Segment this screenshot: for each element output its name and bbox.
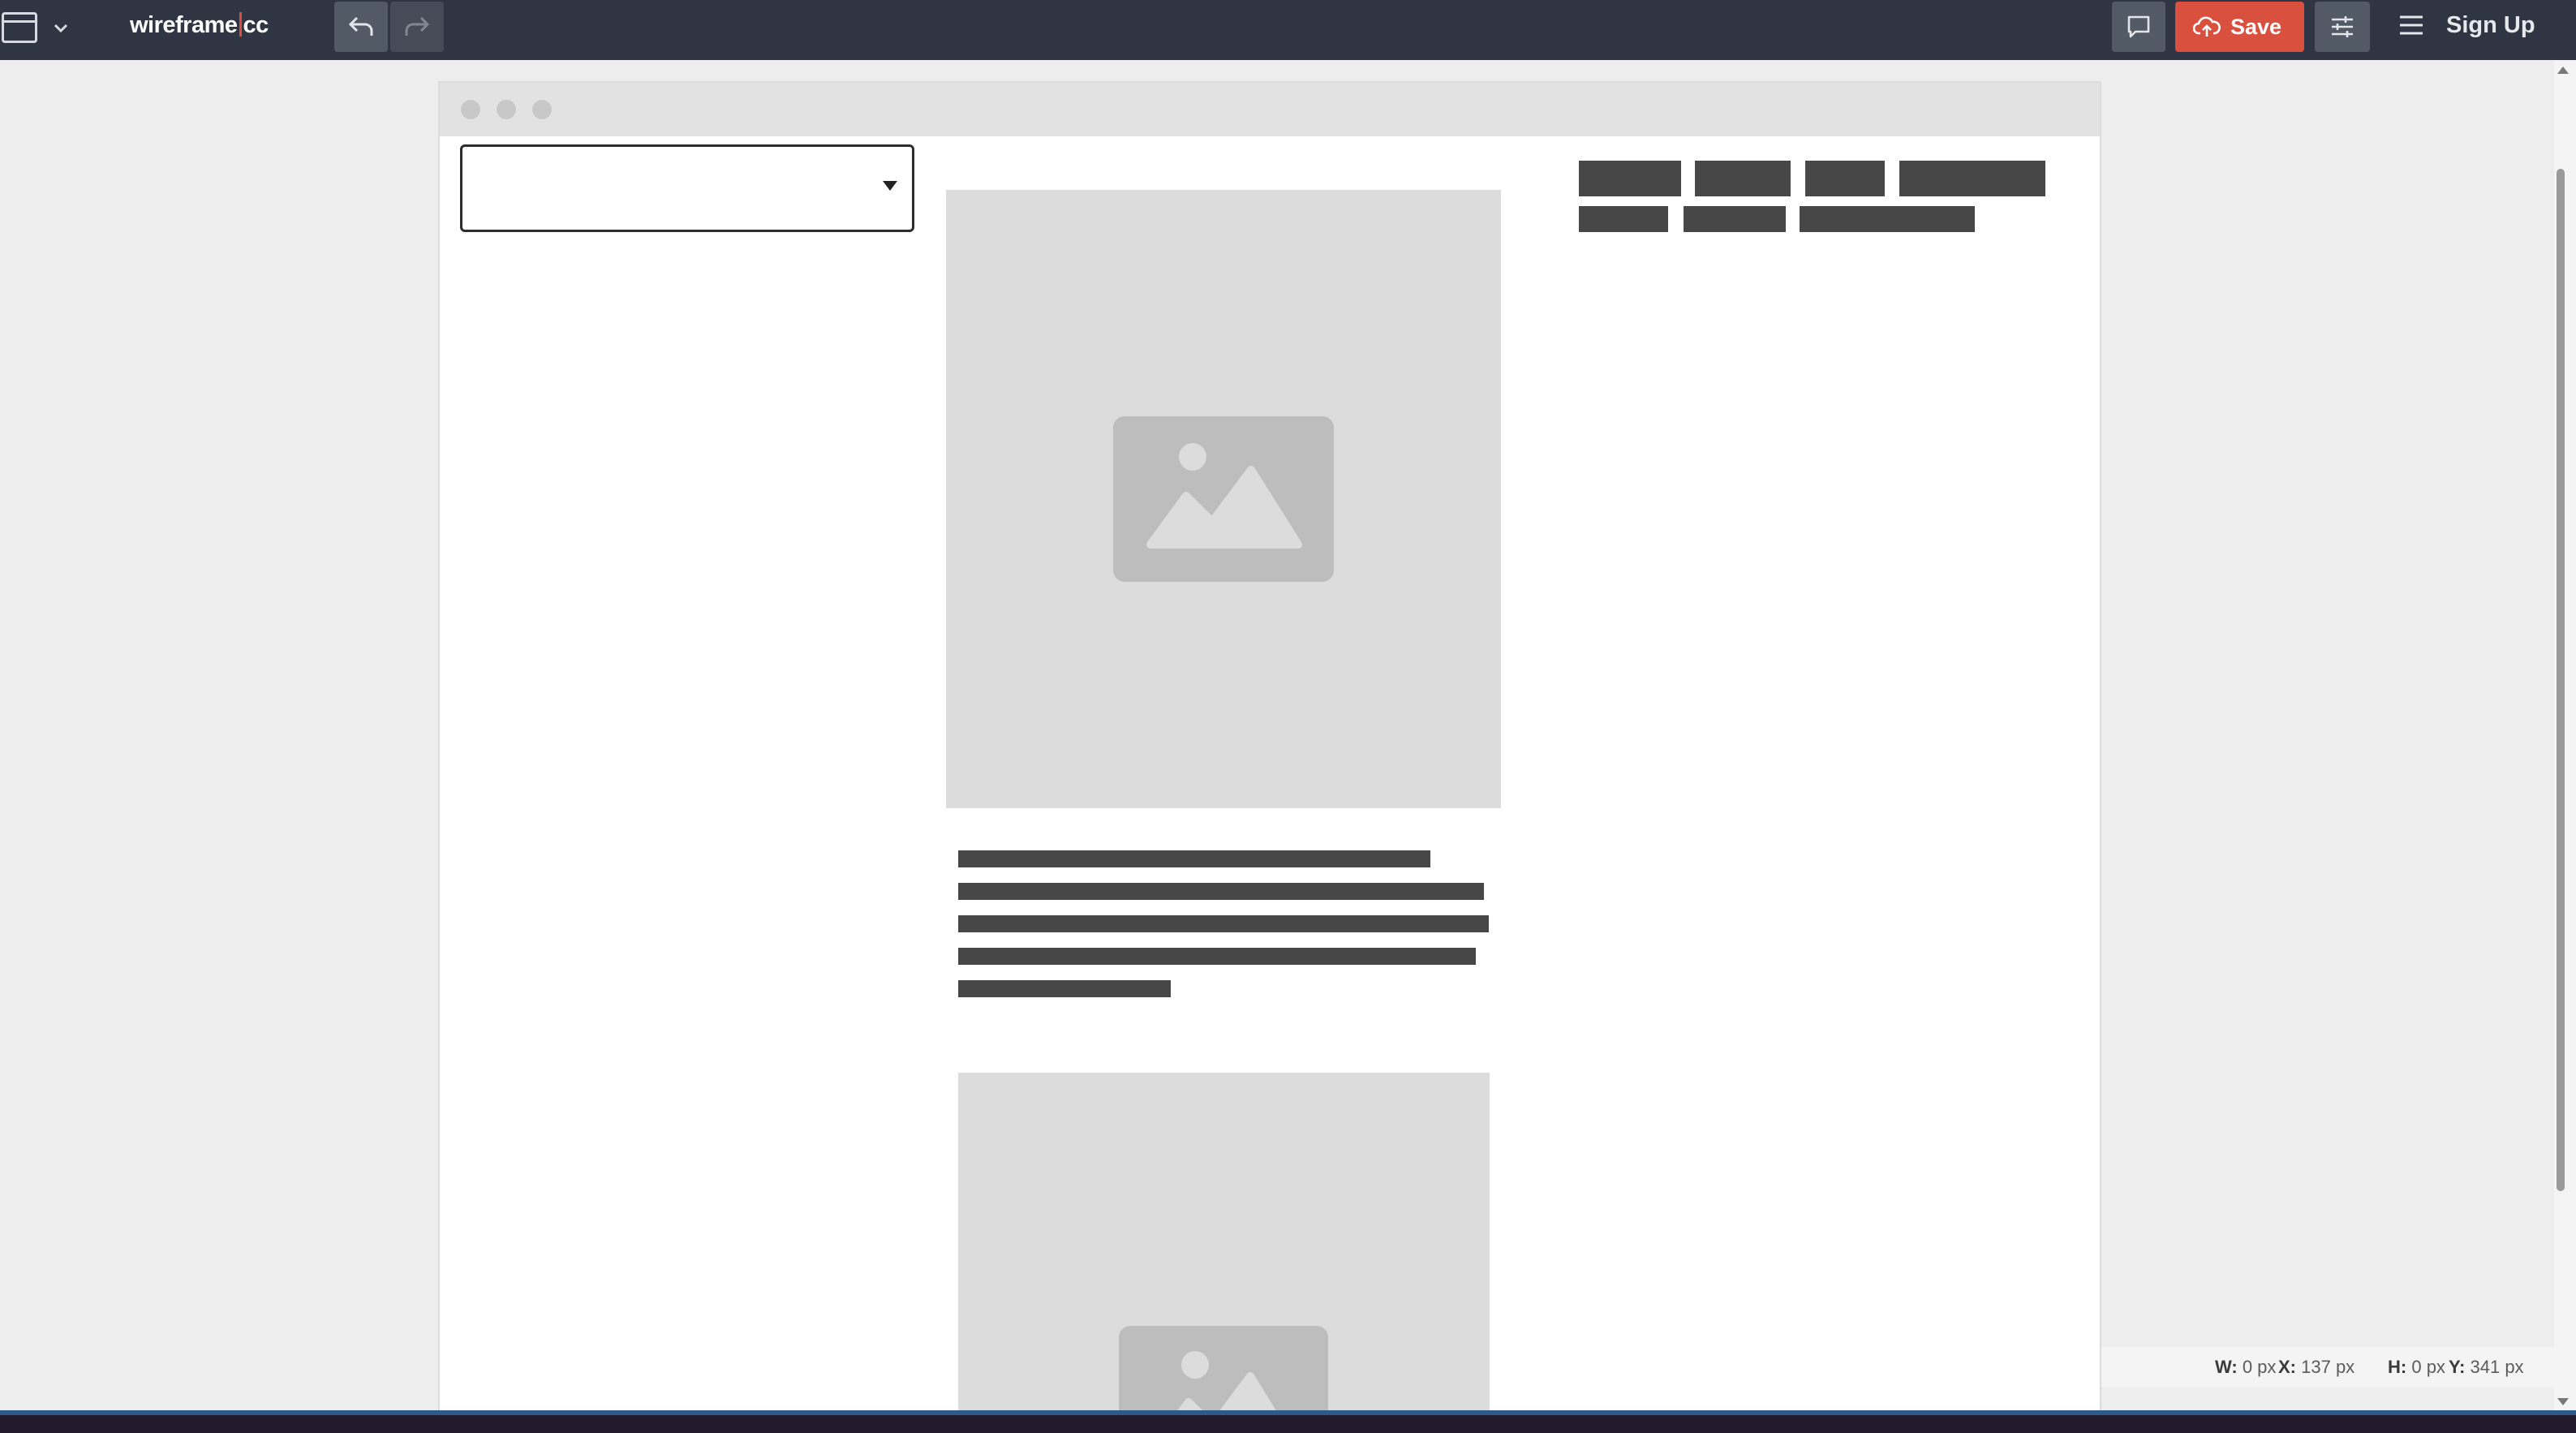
- comment-button[interactable]: [2112, 2, 2165, 52]
- nav-link-block[interactable]: [1800, 206, 1975, 232]
- text-line[interactable]: [958, 883, 1484, 900]
- save-button[interactable]: Save: [2175, 2, 2304, 52]
- settings-button[interactable]: [2315, 2, 2370, 52]
- os-taskbar: [0, 1410, 2576, 1433]
- image-placeholder-icon: [1119, 1326, 1328, 1410]
- logo-text-left: wireframe: [130, 12, 238, 38]
- nav-link-block[interactable]: [1805, 161, 1885, 196]
- nav-link-block[interactable]: [1899, 161, 2045, 196]
- dropdown-element[interactable]: [460, 144, 914, 232]
- image-placeholder-icon: [1113, 416, 1334, 582]
- signup-link[interactable]: Sign Up: [2446, 12, 2535, 39]
- window-dot-minimize: [497, 100, 516, 119]
- scrollbar-thumb[interactable]: [2557, 169, 2565, 1191]
- undo-button[interactable]: [334, 2, 388, 52]
- dropdown-arrow-icon: [883, 181, 897, 191]
- vertical-scrollbar[interactable]: [2554, 60, 2576, 1410]
- window-dot-close: [461, 100, 480, 119]
- text-line[interactable]: [958, 948, 1476, 965]
- status-x: X: 137 px: [2278, 1357, 2355, 1377]
- logo-text-right: cc: [243, 12, 269, 38]
- status-w: W: 0 px: [2215, 1357, 2277, 1377]
- text-line[interactable]: [958, 850, 1430, 867]
- redo-icon: [405, 16, 430, 36]
- scroll-up-arrow-icon[interactable]: [2557, 67, 2569, 74]
- menu-button[interactable]: [2398, 11, 2425, 39]
- image-placeholder[interactable]: [958, 1073, 1490, 1410]
- browser-window-icon[interactable]: [2, 12, 37, 43]
- scroll-down-arrow-icon[interactable]: [2557, 1398, 2569, 1405]
- nav-link-block[interactable]: [1579, 161, 1681, 196]
- text-line[interactable]: [958, 915, 1489, 932]
- top-toolbar: wireframe cc Save Sign Up: [0, 0, 2576, 60]
- selection-status-bar: X: 137 px Y: 341 px: [2101, 1347, 2554, 1388]
- status-h: H: 0 px: [2388, 1357, 2445, 1377]
- text-line[interactable]: [958, 980, 1171, 997]
- nav-link-block[interactable]: [1695, 161, 1791, 196]
- browser-frame-header: [440, 83, 2100, 136]
- cloud-upload-icon: [2193, 16, 2221, 37]
- app-logo[interactable]: wireframe cc: [130, 12, 269, 39]
- sliders-icon: [2332, 16, 2353, 37]
- image-placeholder[interactable]: [946, 190, 1501, 808]
- undo-icon: [348, 16, 373, 36]
- hamburger-menu-icon: [2400, 15, 2423, 35]
- chevron-down-icon[interactable]: [50, 18, 71, 39]
- window-dot-maximize: [532, 100, 552, 119]
- logo-cursor: [239, 12, 242, 37]
- comment-icon: [2127, 15, 2150, 38]
- nav-link-block[interactable]: [1579, 206, 1668, 232]
- nav-link-block[interactable]: [1684, 206, 1786, 232]
- status-y: Y: 341 px: [2449, 1357, 2524, 1377]
- redo-button[interactable]: [390, 2, 444, 52]
- save-button-label: Save: [2230, 14, 2282, 39]
